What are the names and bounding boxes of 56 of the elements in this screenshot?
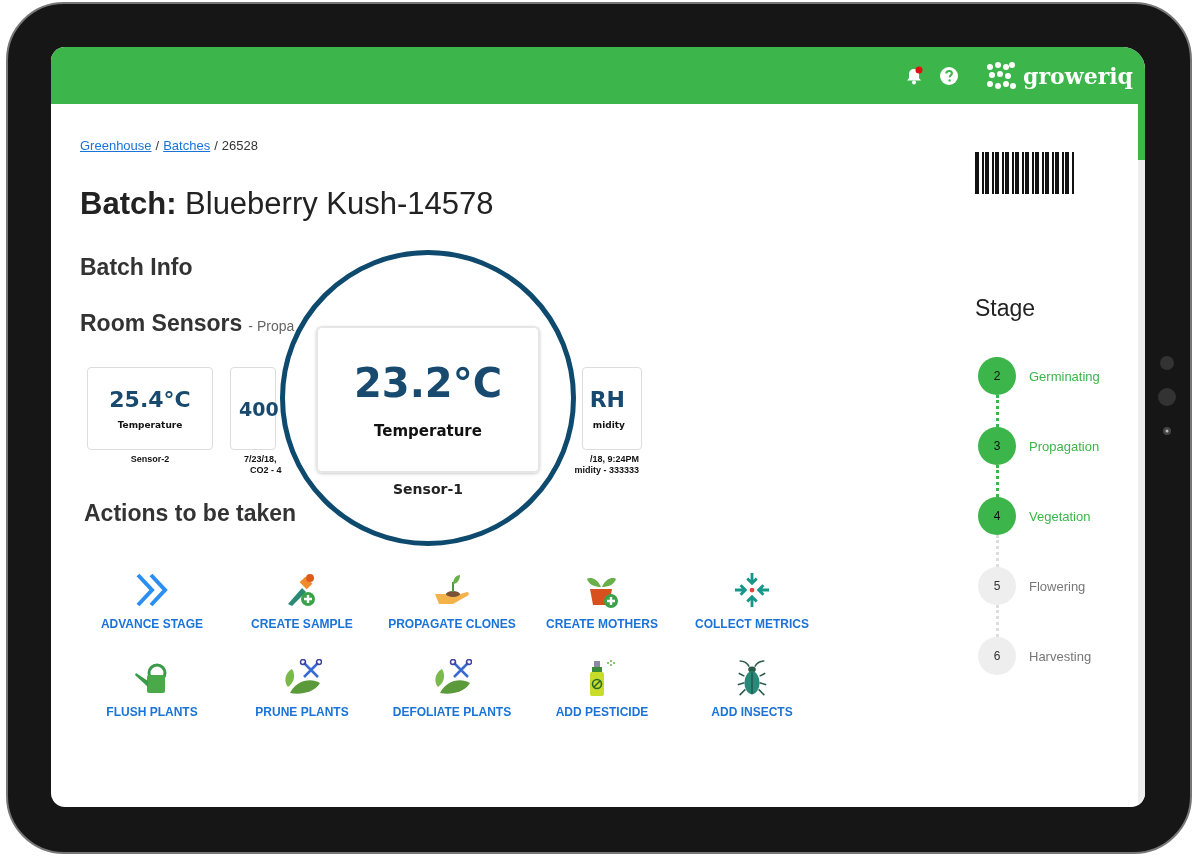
sensor-label: Temperature — [374, 421, 482, 440]
sensor-label: Temperature — [117, 420, 183, 430]
step-label: Flowering — [1029, 578, 1086, 594]
sensor-card[interactable]: RH midity — [582, 367, 642, 450]
action-link[interactable]: COLLECT METRICS — [695, 617, 809, 631]
sensor-value: 400 — [239, 397, 279, 420]
step-number: 6 — [978, 637, 1016, 675]
step-number: 4 — [978, 497, 1016, 535]
breadcrumb-separator: / — [155, 138, 160, 154]
section-heading: Actions to be taken — [84, 499, 298, 527]
bell-icon[interactable] — [904, 65, 925, 86]
breadcrumb-separator: / — [214, 138, 218, 154]
sensor-caption: Sensor-1 — [393, 481, 463, 497]
section-subtitle: - Propa — [248, 318, 295, 334]
action-link[interactable]: ADVANCE STAGE — [100, 617, 204, 631]
action-link[interactable]: PROPAGATE CLONES — [388, 617, 516, 631]
sensor-value: 23.2°C — [353, 359, 502, 406]
section-heading: Room Sensors — [80, 309, 243, 337]
section-heading: Batch Info — [80, 253, 194, 281]
action-link[interactable]: DEFOLIATE PLANTS — [392, 705, 512, 719]
action-link[interactable]: ADD INSECTS — [711, 705, 793, 719]
beetle-icon[interactable] — [735, 659, 769, 697]
sensor-caption: Sensor-2 — [130, 454, 170, 465]
step-label: Propagation — [1029, 438, 1100, 454]
breadcrumb-link[interactable]: Batches — [163, 138, 211, 154]
breadcrumb-current: 26528 — [221, 138, 258, 154]
sensor-value: RH — [589, 387, 625, 412]
action-link[interactable]: ADD PESTICIDE — [555, 705, 649, 719]
section-heading: Stage — [975, 294, 1037, 322]
action-link[interactable]: CREATE MOTHERS — [546, 617, 658, 631]
sensor-caption: /18, 9:24PM — [589, 454, 640, 465]
help-icon[interactable] — [939, 65, 960, 86]
action-link[interactable]: PRUNE PLANTS — [255, 705, 349, 719]
sensor-caption: 7/23/18, — [243, 454, 277, 465]
breadcrumb-link[interactable]: Greenhouse — [80, 138, 152, 154]
step-number: 3 — [978, 427, 1016, 465]
sensor-label: midity — [592, 420, 625, 430]
logo-text: groweriq — [1023, 62, 1133, 89]
sensor-caption: midity - 333333 — [574, 465, 640, 476]
step-number: 2 — [978, 357, 1016, 395]
spray-can-icon[interactable] — [587, 659, 617, 697]
sensor-caption: CO2 - 4 — [249, 465, 282, 476]
sensor-card[interactable]: 25.4°C Temperature — [87, 367, 213, 450]
sensor-value: 25.4°C — [109, 387, 191, 412]
action-link[interactable]: FLUSH PLANTS — [106, 705, 198, 719]
step-number: 5 — [978, 567, 1016, 605]
step-label: Vegetation — [1029, 508, 1091, 524]
action-link[interactable]: CREATE SAMPLE — [251, 617, 353, 631]
step-label: Germinating — [1029, 368, 1100, 384]
logo-icon — [986, 61, 1017, 90]
sensor-card[interactable]: 400 — [230, 367, 276, 450]
page-title: Batch: Blueberry Kush-14578 — [80, 185, 495, 223]
sensor-card[interactable]: 23.2°C Temperature — [316, 326, 540, 473]
step-label: Harvesting — [1029, 648, 1092, 664]
inward-arrows-icon[interactable] — [732, 571, 772, 609]
double-chevron-icon[interactable] — [135, 571, 169, 609]
